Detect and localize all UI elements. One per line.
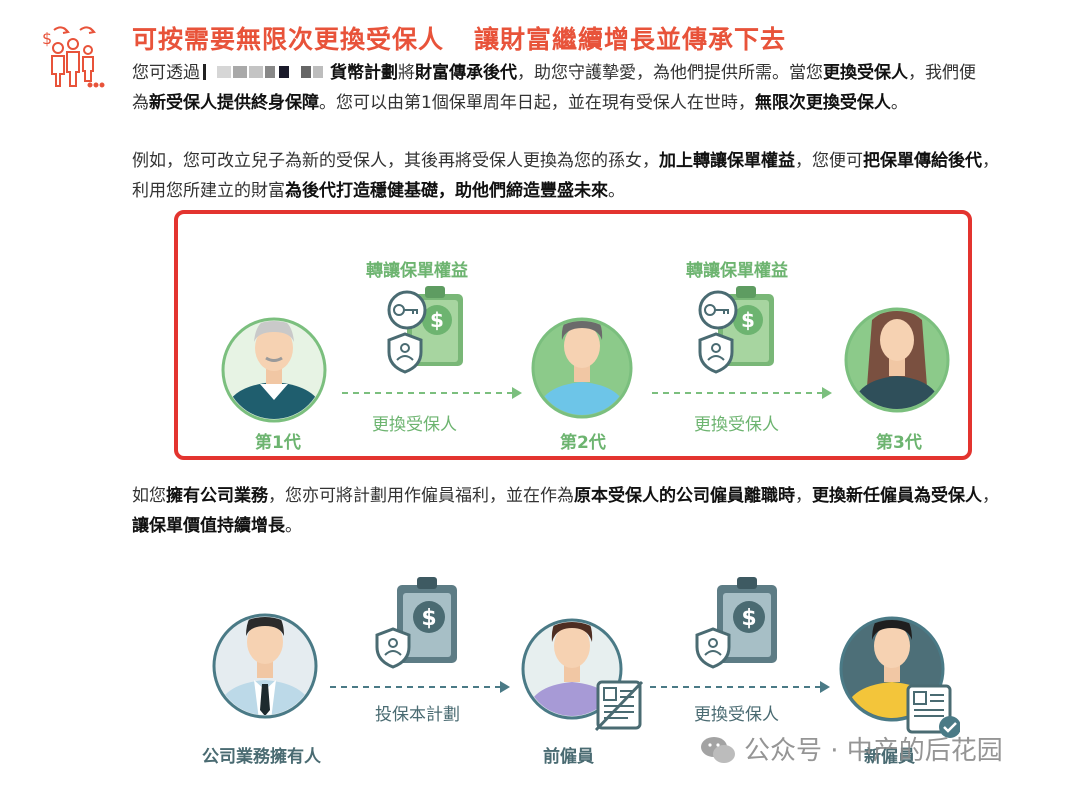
text-segment: 。 [285, 516, 302, 536]
family-wealth-icon: $ [40, 22, 106, 88]
generation-diagram [221, 307, 950, 423]
emphasis: 讓保單價值持續增長 [132, 516, 285, 536]
svg-text:$: $ [421, 606, 436, 631]
emphasis: 無限次更換受保人 [754, 93, 891, 113]
redacted-product-name [201, 64, 329, 80]
svg-text:$: $ [430, 308, 444, 332]
text-segment: 例如，您可改立兒子為新的受保人，其後再將受保人更換為您的孫女， [132, 151, 659, 171]
emphasis: 加上轉讓保單權益 [659, 151, 795, 171]
svg-text:$: $ [741, 606, 756, 631]
emphasis: 為後代打造穩健基礎，助他們締造豐盛未來 [285, 181, 608, 201]
text-segment: 您可透過 [132, 63, 200, 83]
watermark-text: 公众号 · 中产的后花园 [744, 736, 1003, 766]
former-employee-label: 前僱員 [543, 747, 594, 767]
emphasis: 財富傳承後代 [415, 63, 517, 83]
text-segment: ，您亦可將計劃用作僱員福利，並在作為 [268, 486, 574, 506]
change-insured-label: 更換受保人 [372, 415, 457, 435]
policy-document-icon: $ [695, 577, 777, 669]
page-title: 可按需要無限次更換受保人 讓財富繼續增長並傳承下去 [132, 20, 786, 56]
arrow-3 [330, 681, 510, 693]
transfer-rights-label: 轉讓保單權益 [686, 261, 788, 281]
business-owner-label: 公司業務擁有人 [202, 747, 321, 767]
son-avatar [531, 317, 633, 419]
text-segment: ， [795, 486, 812, 506]
watermark: 公众号 · 中产的后花园 [700, 730, 1003, 767]
text-segment: ， [982, 486, 999, 506]
text-segment: 如您 [132, 486, 166, 506]
arrow-2 [652, 387, 832, 399]
svg-text:$: $ [42, 29, 52, 48]
transfer-rights-label: 轉讓保單權益 [366, 261, 468, 281]
emphasis: 原本受保人的公司僱員離職時 [574, 486, 795, 506]
purchase-plan-label: 投保本計劃 [375, 705, 460, 725]
new-employee-avatar [839, 616, 960, 738]
emphasis: 擁有公司業務 [166, 486, 268, 506]
product-name: 貨幣計劃 [330, 63, 398, 83]
policy-document-icon: $ [375, 577, 457, 669]
text-segment: ，您便可 [795, 151, 863, 171]
business-owner-avatar [212, 613, 318, 719]
paragraph-business: 如您擁有公司業務，您亦可將計劃用作僱員福利，並在作為原本受保人的公司僱員離職時，… [132, 481, 999, 541]
text-segment: ， [982, 151, 999, 171]
text-segment: 利用您所建立的財富 [132, 181, 285, 201]
policy-document-icon: $ [698, 286, 774, 374]
emphasis: 更換受保人 [823, 63, 908, 83]
emphasis: 把保單傳給後代 [863, 151, 982, 171]
granddaughter-avatar [844, 307, 950, 413]
arrow-1 [342, 387, 522, 399]
text-segment: ，我們便 [908, 63, 976, 83]
text-segment: 為 [132, 93, 149, 113]
text-segment: 。 [890, 93, 908, 113]
gen3-label: 第3代 [876, 433, 922, 453]
emphasis: 新受保人提供終身保障 [149, 93, 319, 113]
policy-document-icon: $ [387, 286, 463, 374]
svg-text:$: $ [741, 308, 755, 332]
paragraph-example: 例如，您可改立兒子為新的受保人，其後再將受保人更換為您的孫女，加上轉讓保單權益，… [132, 146, 999, 206]
grandfather-avatar [221, 317, 327, 423]
title-part-1: 可按需要無限次更換受保人 [132, 25, 445, 54]
title-part-2: 讓財富繼續增長並傳承下去 [474, 25, 787, 54]
arrow-4 [650, 681, 830, 693]
text-segment: 。您可以由第1個保單周年日起，並在現有受保人在世時， [319, 93, 755, 113]
change-insured-label: 更換受保人 [694, 705, 779, 725]
text-segment: 。 [608, 181, 625, 201]
paragraph-intro: 您可透過 貨幣計劃將財富傳承後代，助您守護摯愛，為他們提供所需。當您更換受保人，我… [132, 58, 976, 118]
wechat-icon [700, 735, 736, 765]
change-insured-label: 更換受保人 [694, 415, 779, 435]
text-segment: 將 [398, 63, 415, 83]
text-segment: ，助您守護摯愛，為他們提供所需。當您 [517, 63, 823, 83]
gen1-label: 第1代 [255, 433, 301, 453]
gen2-label: 第2代 [560, 433, 606, 453]
employee-diagram [212, 613, 960, 738]
former-employee-avatar [521, 618, 644, 732]
emphasis: 更換新任僱員為受保人 [812, 486, 982, 506]
